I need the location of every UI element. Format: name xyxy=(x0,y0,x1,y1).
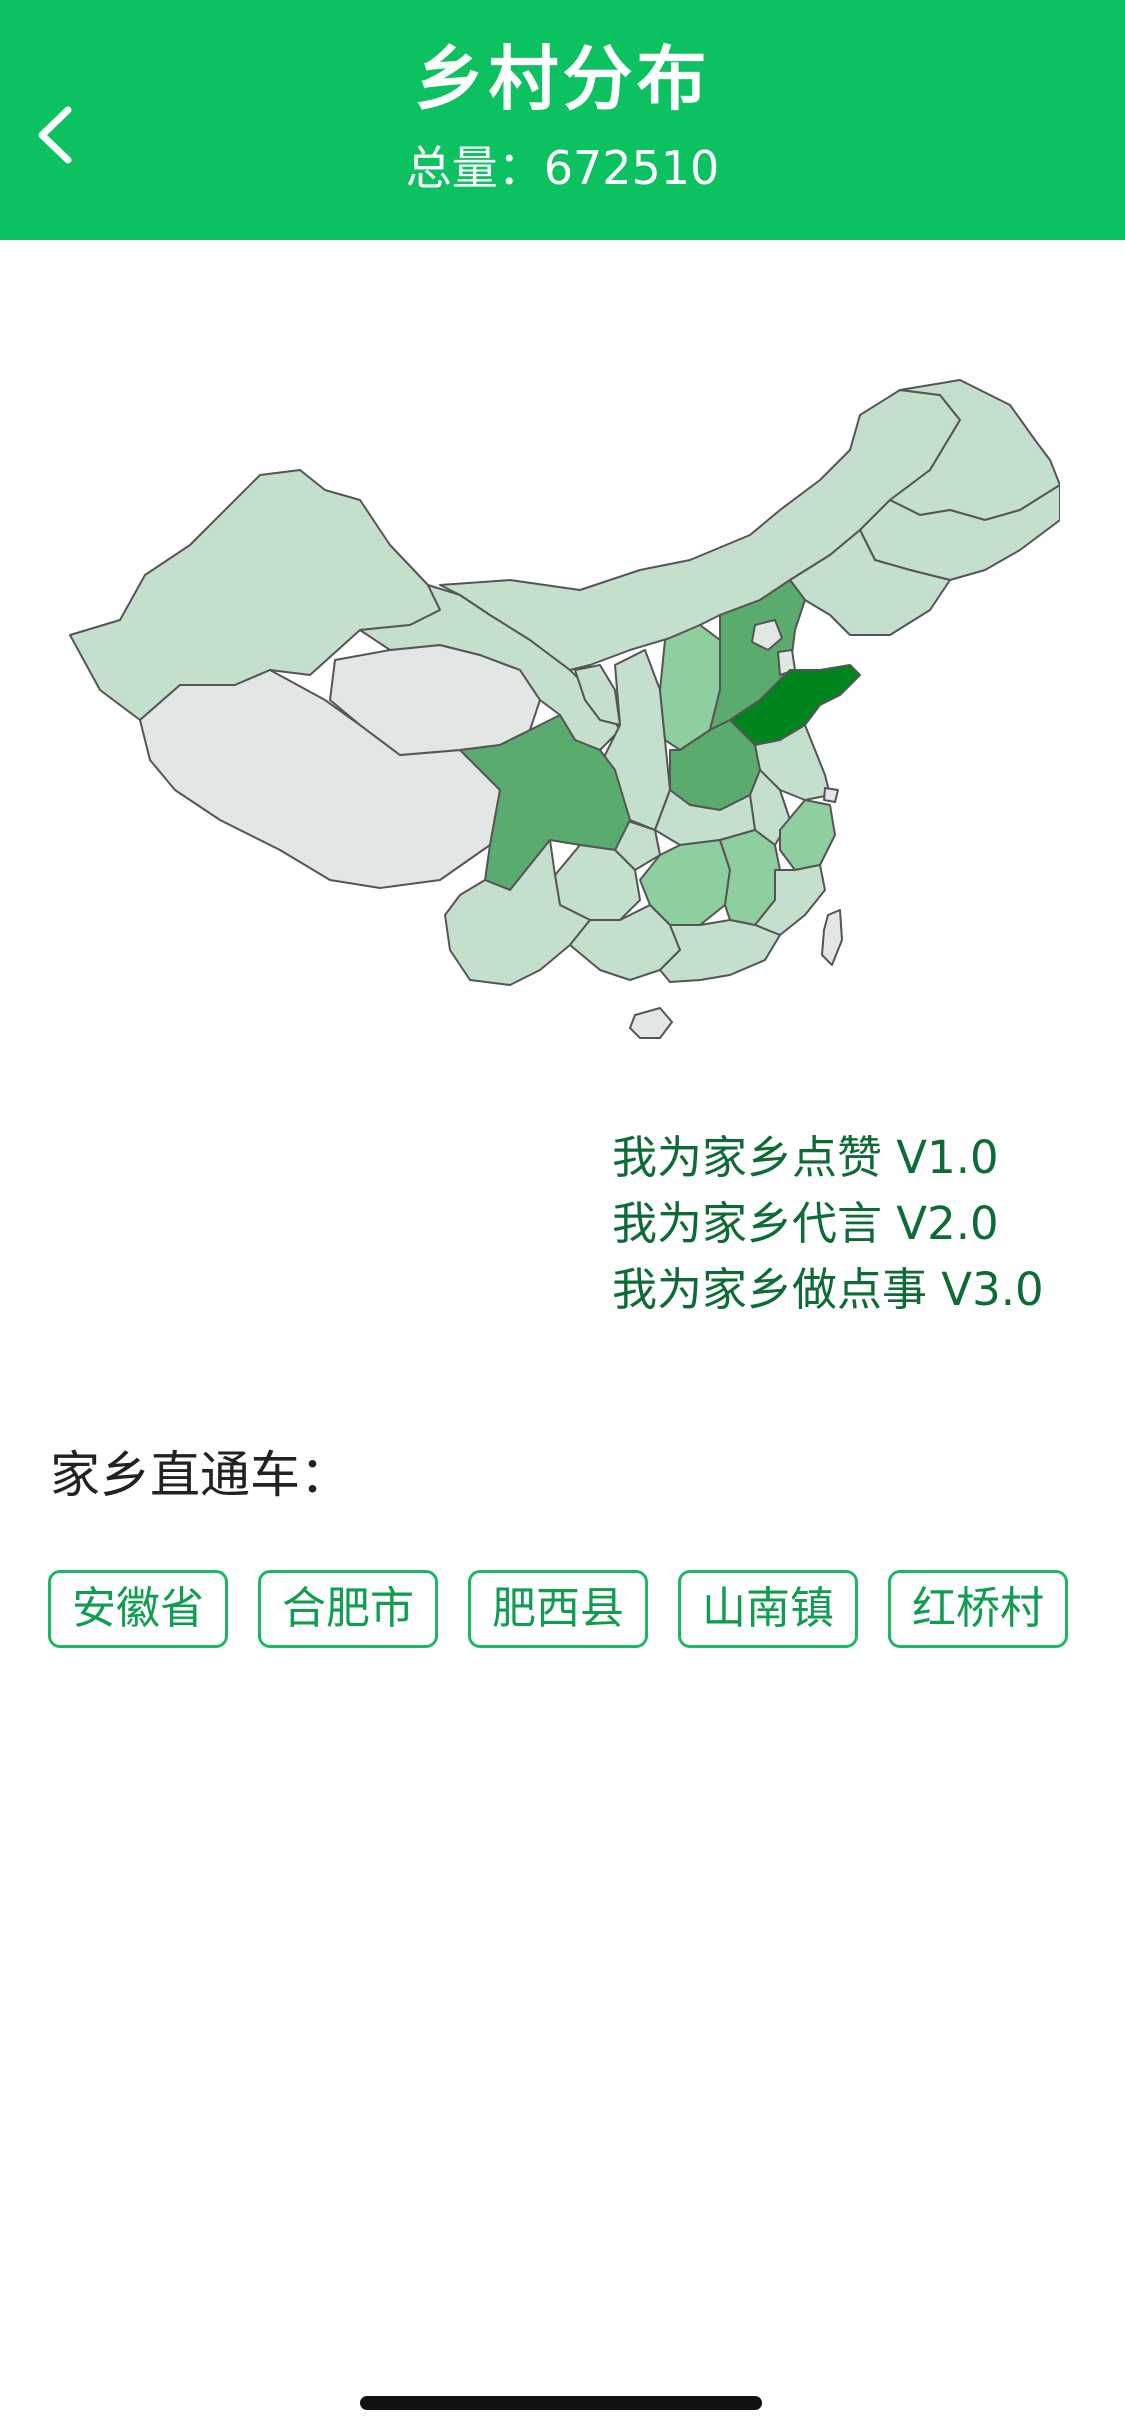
china-province-map xyxy=(60,370,1061,1060)
map-region-taiwan[interactable] xyxy=(821,909,843,966)
map-region-hainan[interactable] xyxy=(629,1007,673,1039)
slogan-v2: 我为家乡代言 V2.0 xyxy=(612,1197,999,1250)
page-title: 乡村分布 xyxy=(414,38,711,120)
slogan-v1: 我为家乡点赞 V1.0 xyxy=(612,1131,999,1184)
region-chip-row: 安徽省 合肥市 肥西县 山南镇 红桥村 xyxy=(48,1570,1088,1648)
map-region-zhejiang[interactable] xyxy=(779,799,836,871)
slogan-list: 我为家乡点赞 V1.0 我为家乡代言 V2.0 我为家乡做点事 V3.0 xyxy=(612,1125,1112,1323)
chip-town[interactable]: 山南镇 xyxy=(678,1570,858,1648)
chip-village[interactable]: 红桥村 xyxy=(888,1570,1068,1648)
hometown-shortcut-title: 家乡直通车： xyxy=(50,1446,350,1504)
slogan-v3: 我为家乡做点事 V3.0 xyxy=(612,1263,1044,1316)
total-count: 总量：672510 xyxy=(405,141,720,195)
map-region-guangdong[interactable] xyxy=(659,919,781,983)
app-screen: 乡村分布 总量：672510 我为家乡点赞 V1.0 我为家乡代言 V2.0 我… xyxy=(0,0,1125,2436)
map-region-shanghai[interactable] xyxy=(823,787,839,803)
chip-city[interactable]: 合肥市 xyxy=(258,1570,438,1648)
chip-county[interactable]: 肥西县 xyxy=(468,1570,648,1648)
chip-province[interactable]: 安徽省 xyxy=(48,1570,228,1648)
home-indicator[interactable] xyxy=(360,2396,762,2410)
top-header: 乡村分布 总量：672510 xyxy=(0,0,1125,240)
